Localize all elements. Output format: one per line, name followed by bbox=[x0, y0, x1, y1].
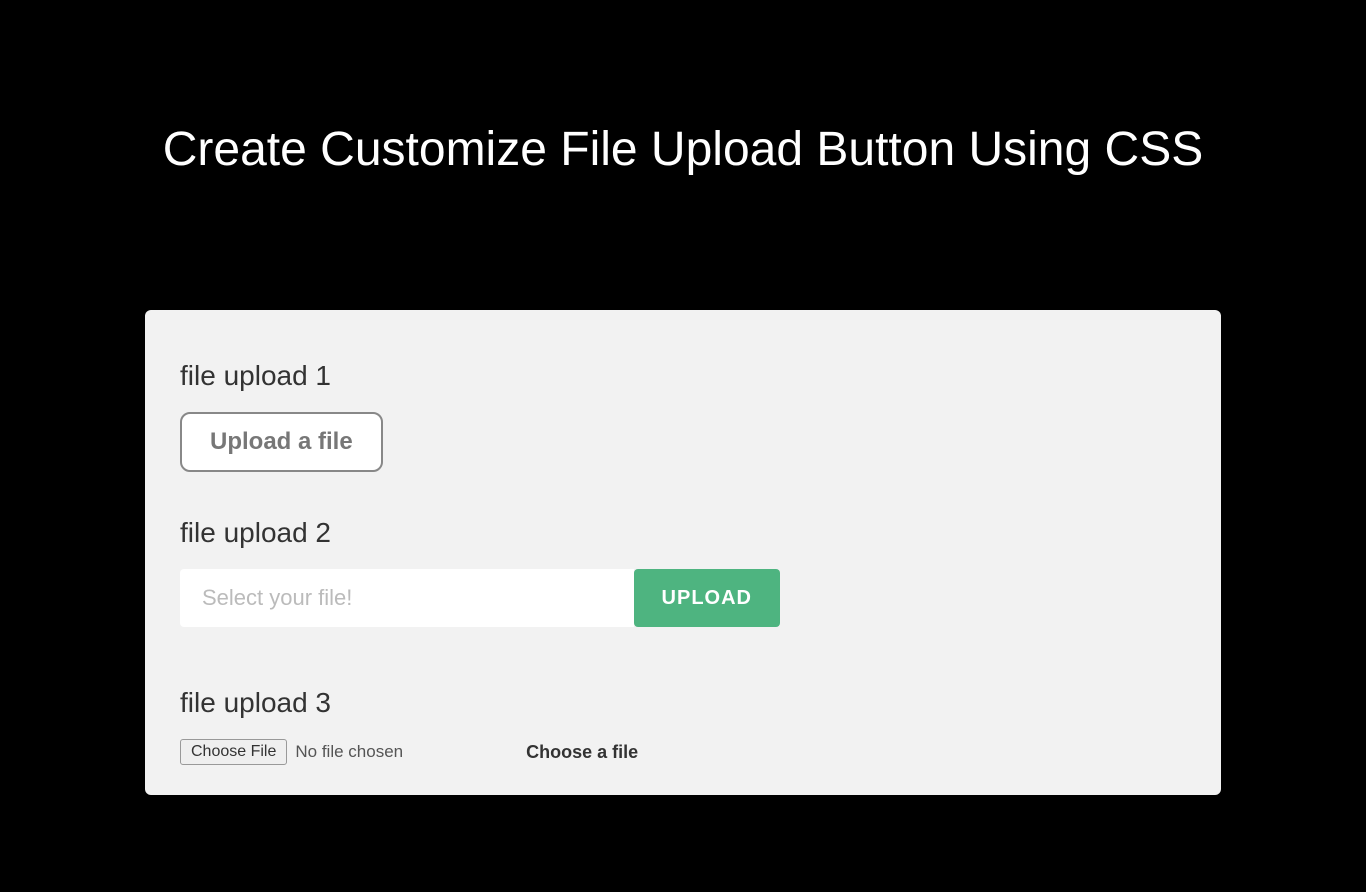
file-name-input[interactable] bbox=[180, 569, 634, 627]
native-choose-file-button[interactable]: Choose File bbox=[180, 739, 287, 765]
upload-variant-3-container: Choose File No file chosen Choose a file bbox=[180, 739, 1186, 765]
choose-file-bold-label[interactable]: Choose a file bbox=[526, 742, 638, 763]
upload-file-button-variant-1[interactable]: Upload a file bbox=[180, 412, 383, 472]
section-3-heading: file upload 3 bbox=[180, 687, 1186, 719]
upload-variant-2-container: UPLOAD bbox=[180, 569, 780, 627]
section-1-heading: file upload 1 bbox=[180, 360, 1186, 392]
native-file-status-text: No file chosen bbox=[295, 742, 403, 762]
upload-button-green[interactable]: UPLOAD bbox=[634, 569, 780, 627]
page-title: Create Customize File Upload Button Usin… bbox=[0, 0, 1366, 180]
section-2-heading: file upload 2 bbox=[180, 517, 1186, 549]
content-panel: file upload 1 Upload a file file upload … bbox=[145, 310, 1221, 795]
